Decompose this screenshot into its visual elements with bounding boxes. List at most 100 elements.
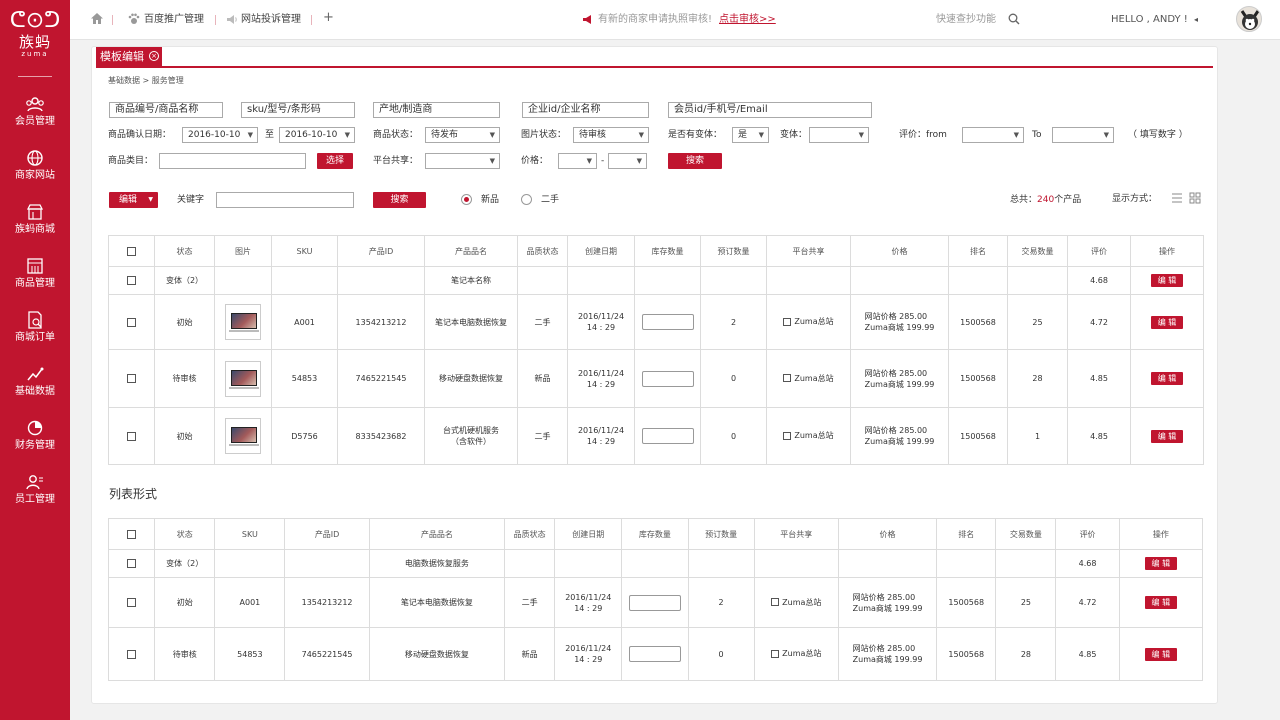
rating-from-select[interactable]: ▼ — [962, 127, 1024, 143]
cell-image[interactable] — [214, 294, 272, 350]
row-checkbox[interactable] — [107, 577, 156, 628]
checkbox[interactable] — [783, 317, 792, 326]
share-toggle[interactable]: Zuma总站 — [783, 430, 834, 441]
row-checkbox[interactable] — [108, 294, 155, 350]
logo[interactable]: ᕦ⊙ᕤ 族蚂 zuma — [0, 8, 70, 58]
sidebar-item-staff[interactable]: 员工管理 — [0, 473, 70, 523]
checkbox[interactable] — [127, 598, 137, 607]
cell-image[interactable] — [214, 349, 272, 408]
close-icon[interactable]: × — [149, 51, 159, 61]
edit-button[interactable]: 编 辑 — [1144, 647, 1177, 661]
price-from-select[interactable]: ▼ — [558, 153, 597, 169]
keyword-input[interactable] — [216, 192, 354, 208]
checkbox[interactable] — [127, 431, 136, 441]
radio-new[interactable] — [461, 194, 472, 205]
row-checkbox[interactable] — [107, 549, 156, 578]
rating-to-select[interactable]: ▼ — [1052, 127, 1114, 143]
cell-rating: 4.85 — [1067, 349, 1131, 408]
stock-input[interactable] — [641, 314, 694, 330]
date-to-select[interactable]: 2016-10-10 ▼ — [279, 127, 355, 143]
stock-input[interactable] — [641, 428, 694, 444]
checkbox[interactable] — [783, 374, 792, 383]
select-all-checkbox[interactable] — [108, 235, 155, 267]
sidebar-item-base-data[interactable]: 基础数据 — [0, 365, 70, 415]
cell-empty — [850, 266, 949, 295]
row-checkbox[interactable] — [108, 407, 155, 465]
edit-dropdown-button[interactable]: 编辑 ▼ — [109, 192, 158, 208]
variant2-select[interactable]: ▼ — [809, 127, 869, 143]
share-toggle[interactable]: Zuma总站 — [783, 316, 834, 327]
laptop-thumbnail[interactable] — [225, 304, 261, 340]
date-from-select[interactable]: 2016-10-10 ▼ — [182, 127, 258, 143]
edit-button[interactable]: 编 辑 — [1151, 315, 1183, 329]
sidebar-item-orders[interactable]: 商城订单 — [0, 311, 70, 361]
avatar[interactable] — [1236, 6, 1262, 32]
platform-select[interactable]: ▼ — [425, 153, 500, 169]
stock-input[interactable] — [628, 594, 681, 611]
row-checkbox[interactable] — [107, 627, 156, 681]
share-toggle[interactable]: Zuma总站 — [771, 648, 821, 659]
sidebar-item-products[interactable]: 商品管理 — [0, 257, 70, 307]
edit-button[interactable]: 编 辑 — [1151, 274, 1183, 287]
sidebar-item-merchant-site[interactable]: 商家网站 — [0, 149, 70, 199]
share-toggle[interactable]: Zuma总站 — [771, 597, 821, 608]
laptop-thumbnail[interactable] — [225, 418, 261, 454]
variant-select[interactable]: 是 ▼ — [732, 127, 769, 143]
stock-input[interactable] — [628, 646, 681, 662]
cell-stock — [634, 407, 701, 465]
keyword-search-button[interactable]: 搜索 — [373, 192, 426, 208]
edit-button[interactable]: 编 辑 — [1144, 596, 1177, 609]
checkbox[interactable] — [127, 317, 136, 327]
checkbox[interactable] — [127, 246, 136, 256]
edit-button[interactable]: 编 辑 — [1151, 429, 1183, 443]
nav-baidu-promotion[interactable]: 百度推广管理 — [144, 12, 204, 28]
stock-input[interactable] — [641, 370, 694, 387]
cell-date: 2016/11/24 14 : 29 — [554, 577, 623, 628]
checkbox[interactable] — [127, 559, 137, 568]
cell-image[interactable] — [214, 407, 272, 465]
checkbox[interactable] — [771, 598, 780, 607]
product-code-input[interactable]: 商品编号/商品名称 — [109, 102, 223, 118]
col-header: 操作 — [1118, 518, 1204, 550]
price-to-select[interactable]: ▼ — [608, 153, 647, 169]
image-status-select[interactable]: 待审核 ▼ — [573, 127, 649, 143]
price-block: 网站价格 285.00 Zuma商城 199.99 — [853, 592, 923, 614]
edit-button[interactable]: 编 辑 — [1144, 557, 1177, 570]
list-view-icon[interactable] — [1171, 192, 1183, 204]
origin-input[interactable]: 产地/制造商 — [373, 102, 500, 118]
checkbox[interactable] — [127, 529, 137, 539]
quick-search-input[interactable]: 快速查抄功能 — [936, 12, 996, 28]
price-web: 网站价格 285.00 — [852, 644, 916, 653]
company-input[interactable]: 企业id/企业名称 — [522, 102, 649, 118]
radio-used[interactable] — [521, 194, 532, 205]
row-checkbox[interactable] — [108, 349, 155, 408]
search-icon[interactable] — [1008, 13, 1020, 25]
home-icon[interactable] — [90, 12, 104, 25]
caret-left-icon[interactable]: ◂ — [1194, 12, 1198, 28]
user-greeting[interactable]: HELLO , ANDY ! — [1111, 12, 1188, 28]
notice-review-link[interactable]: 点击审核>> — [719, 12, 776, 28]
checkbox[interactable] — [127, 649, 137, 659]
checkbox[interactable] — [127, 374, 136, 383]
checkbox[interactable] — [771, 649, 780, 658]
select-category-button[interactable]: 选择 — [317, 153, 353, 169]
edit-button[interactable]: 编 辑 — [1151, 372, 1183, 385]
share-toggle[interactable]: Zuma总站 — [783, 373, 834, 384]
category-input[interactable] — [159, 153, 306, 169]
sidebar-item-mall[interactable]: 族蚂商城 — [0, 203, 70, 253]
add-tab-button[interactable]: + — [323, 10, 334, 26]
checkbox[interactable] — [783, 431, 792, 440]
select-all-checkbox[interactable] — [107, 518, 156, 550]
filter-search-button[interactable]: 搜索 — [668, 153, 722, 169]
status-select[interactable]: 待发布 ▼ — [425, 127, 500, 143]
sku-input[interactable]: sku/型号/条形码 — [241, 102, 355, 118]
member-input[interactable]: 会员id/手机号/Email — [668, 102, 872, 118]
grid-view-icon[interactable] — [1189, 192, 1201, 204]
sidebar-item-members[interactable]: 会员管理 — [0, 95, 70, 145]
checkbox[interactable] — [127, 276, 136, 285]
row-checkbox[interactable] — [108, 266, 155, 295]
nav-complaints[interactable]: 网站投诉管理 — [241, 12, 301, 28]
tab-template-edit[interactable]: 模板编辑 × — [96, 47, 162, 66]
sidebar-item-finance[interactable]: 财务管理 — [0, 419, 70, 469]
laptop-thumbnail[interactable] — [225, 360, 261, 397]
